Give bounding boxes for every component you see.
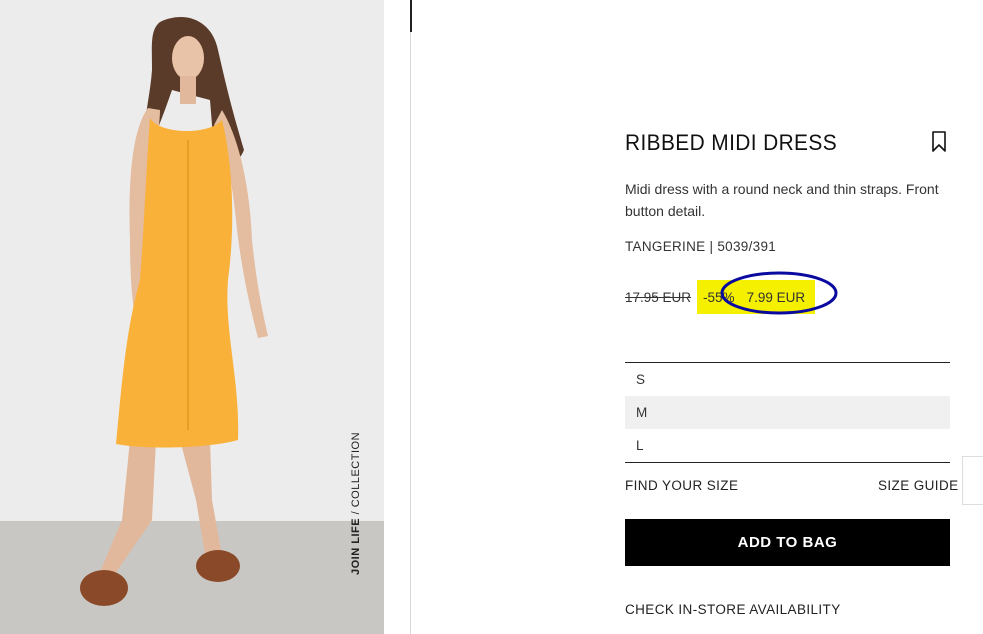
color-reference: TANGERINE | 5039/391 — [625, 239, 777, 254]
divider-accent — [410, 0, 412, 32]
discount-badge: -55% — [697, 280, 747, 314]
product-title: RIBBED MIDI DRESS — [625, 130, 838, 155]
product-image[interactable]: JOIN LIFE / COLLECTION — [0, 0, 384, 634]
join-life-bold: JOIN LIFE — [350, 517, 362, 575]
size-option-s[interactable]: S — [625, 363, 950, 396]
size-option-l[interactable]: L — [625, 429, 950, 462]
size-guide-link[interactable]: SIZE GUIDE — [878, 478, 959, 493]
check-in-store-availability-link[interactable]: CHECK IN-STORE AVAILABILITY — [625, 602, 841, 617]
panel-divider — [410, 0, 411, 634]
old-price: 17.95 EUR — [625, 289, 692, 305]
add-to-bag-button[interactable]: ADD TO BAG — [625, 519, 950, 566]
join-life-rest: / COLLECTION — [350, 431, 362, 518]
bookmark-icon[interactable] — [931, 131, 947, 153]
side-panel-tab[interactable] — [962, 456, 983, 505]
join-life-label: JOIN LIFE / COLLECTION — [350, 432, 362, 575]
size-selector: S M L — [625, 362, 950, 463]
price-row: 17.95 EUR -55% 7.99 EUR — [625, 280, 816, 314]
model-illustration — [80, 17, 268, 606]
product-description: Midi dress with a round neck and thin st… — [625, 181, 939, 219]
size-option-m[interactable]: M — [625, 396, 950, 429]
new-price: 7.99 EUR — [746, 280, 816, 314]
find-your-size-link[interactable]: FIND YOUR SIZE — [625, 478, 738, 493]
